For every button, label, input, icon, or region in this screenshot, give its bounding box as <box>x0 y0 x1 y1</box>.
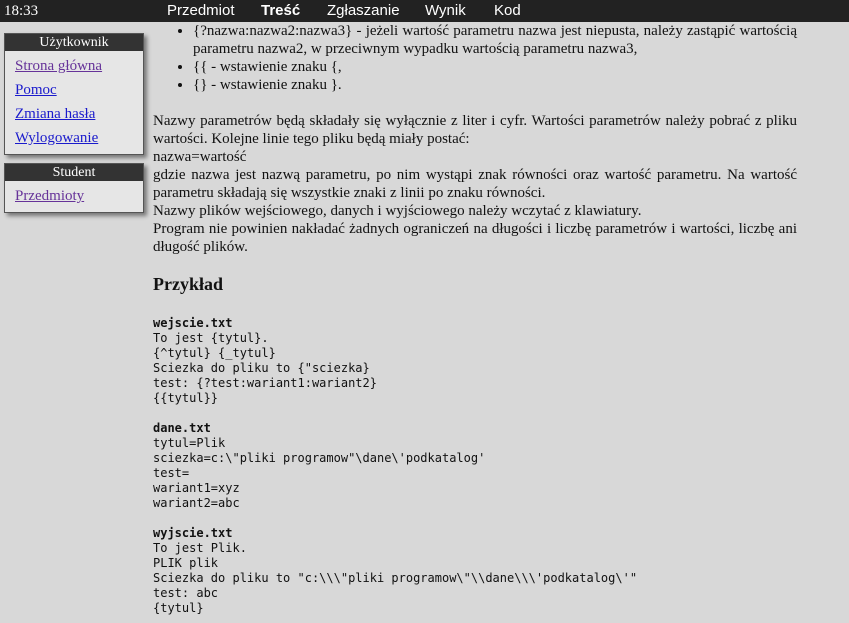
help-link[interactable]: Pomoc <box>15 82 57 98</box>
subjects-link[interactable]: Przedmioty <box>15 188 84 204</box>
example-heading: Przykład <box>153 274 223 294</box>
user-menu-list: Strona główna Pomoc Zmiana hasła Wylogow… <box>5 51 143 154</box>
description-paragraph: Program nie powinien nakładać żadnych og… <box>153 221 797 255</box>
description-paragraph: Nazwy parametrów będą składały się wyłąc… <box>153 113 797 147</box>
top-bar: 18:33 Przedmiot Treść Zgłaszanie Wynik K… <box>0 0 849 22</box>
nav-wynik[interactable]: Wynik <box>425 2 466 20</box>
code-line: To jest Plik. <box>153 541 247 555</box>
user-menu-item: Pomoc <box>15 78 143 102</box>
nav-zglaszanie[interactable]: Zgłaszanie <box>327 2 400 20</box>
code-line: wariant1=xyz <box>153 481 240 495</box>
nav-przedmiot[interactable]: Przedmiot <box>167 2 235 20</box>
user-menu-box: Użytkownik Strona główna Pomoc Zmiana ha… <box>4 33 144 155</box>
code-line: {{tytul}} <box>153 391 219 405</box>
code-line: test: {?test:wariant1:wariant2} <box>153 376 377 390</box>
code-line: wariant2=abc <box>153 496 240 510</box>
syntax-list: {?nazwa:nazwa2:nazwa3} - jeżeli wartość … <box>153 22 797 94</box>
code-line: To jest {tytul}. <box>153 331 269 345</box>
file-name: dane.txt <box>153 421 211 435</box>
code-line: test= <box>153 466 190 480</box>
logout-link[interactable]: Wylogowanie <box>15 130 98 146</box>
home-link[interactable]: Strona główna <box>15 58 102 74</box>
description-paragraph: gdzie nazwa jest nazwą parametru, po nim… <box>153 167 797 201</box>
user-menu-item: Strona główna <box>15 54 143 78</box>
user-menu-item: Zmiana hasła <box>15 102 143 126</box>
data-file-block: dane.txt tytul=Plik sciezka=c:\"pliki pr… <box>153 421 485 511</box>
list-item: {} - wstawienie znaku }. <box>193 76 797 94</box>
student-menu-item: Przedmioty <box>15 184 143 208</box>
list-item: {{ - wstawienie znaku {, <box>193 58 797 76</box>
user-menu-item: Wylogowanie <box>15 126 143 150</box>
format-line: nazwa=wartość <box>153 149 247 165</box>
file-name: wyjscie.txt <box>153 526 233 540</box>
code-line: {^tytul} {_tytul} <box>153 346 276 360</box>
change-password-link[interactable]: Zmiana hasła <box>15 106 95 122</box>
file-name: wejscie.txt <box>153 316 233 330</box>
description-block: Nazwy parametrów będą składały się wyłąc… <box>153 112 797 256</box>
code-line: PLIK plik <box>153 556 219 570</box>
nav-kod[interactable]: Kod <box>494 2 521 20</box>
clock: 18:33 <box>4 3 39 19</box>
code-line: Sciezka do pliku to {"sciezka} <box>153 361 370 375</box>
student-menu-title: Student <box>5 164 143 181</box>
code-line: Sciezka do pliku to "c:\\\"pliki program… <box>153 571 638 585</box>
code-line: {tytul} <box>153 601 204 615</box>
student-menu-box: Student Przedmioty <box>4 163 144 213</box>
input-file-block: wejscie.txt To jest {tytul}. {^tytul} {_… <box>153 316 377 406</box>
nav-tresc[interactable]: Treść <box>261 2 300 20</box>
code-line: tytul=Plik <box>153 436 226 450</box>
code-line: sciezka=c:\"pliki programow"\dane\'podka… <box>153 451 486 465</box>
main-content: {?nazwa:nazwa2:nazwa3} - jeżeli wartość … <box>153 22 797 615</box>
student-menu-list: Przedmioty <box>5 181 143 212</box>
description-paragraph: Nazwy plików wejściowego, danych i wyjśc… <box>153 203 642 219</box>
code-line: test: abc <box>153 586 219 600</box>
list-item: {?nazwa:nazwa2:nazwa3} - jeżeli wartość … <box>193 22 797 58</box>
output-file-block: wyjscie.txt To jest Plik. PLIK plik Scie… <box>153 526 637 616</box>
user-menu-title: Użytkownik <box>5 34 143 51</box>
